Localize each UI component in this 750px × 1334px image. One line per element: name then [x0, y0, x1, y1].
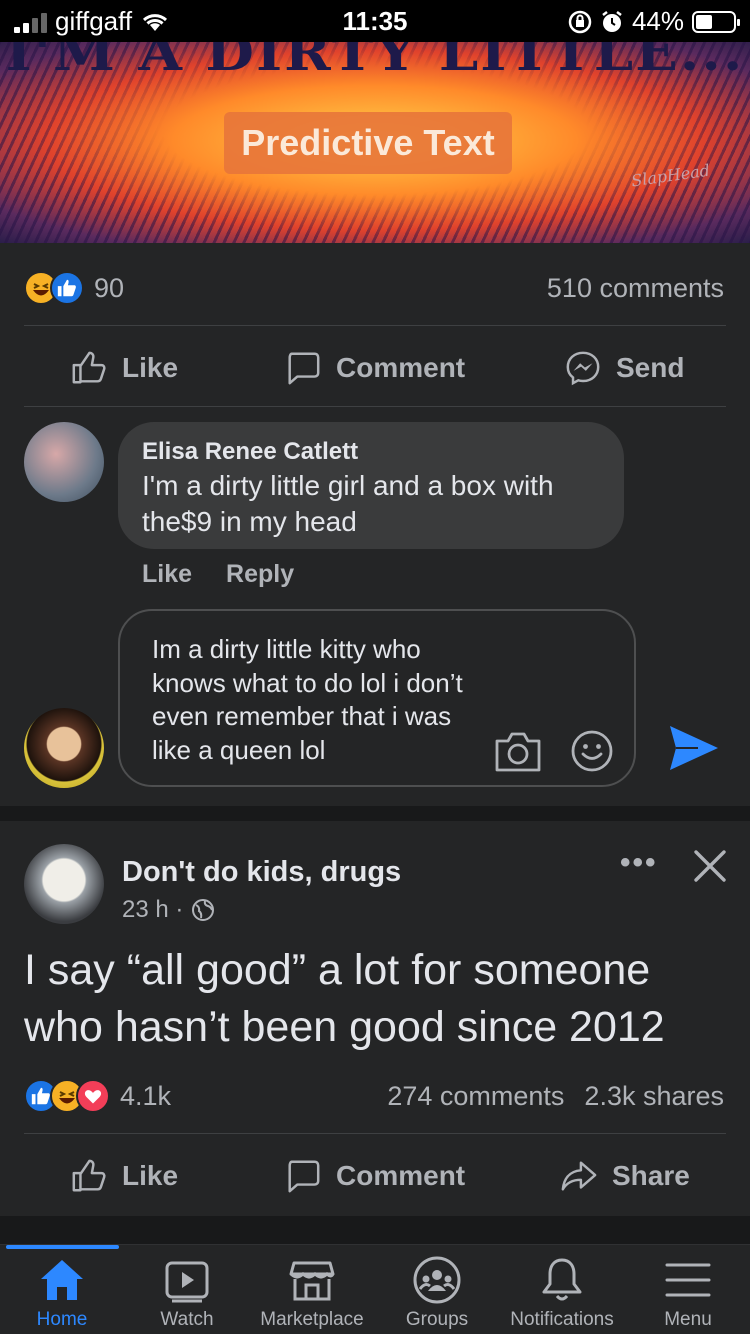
commenter-avatar[interactable]: [24, 422, 104, 502]
comment-icon: [288, 1160, 320, 1193]
reactions-summary[interactable]: 4.1k: [24, 1079, 171, 1113]
active-tab-indicator: [6, 1245, 119, 1249]
reactions-summary[interactable]: 90: [24, 271, 124, 305]
comment-text: I'm a dirty little girl and a box with t…: [142, 470, 554, 537]
emoji-icon[interactable]: [570, 729, 614, 773]
divider: [24, 406, 726, 407]
battery-percent: 44%: [631, 6, 684, 36]
tab-home[interactable]: Home: [24, 1245, 100, 1334]
tab-groups[interactable]: Groups: [400, 1245, 474, 1334]
page-avatar[interactable]: [24, 844, 104, 924]
comment-actions: Like Reply: [142, 560, 294, 589]
share-icon: [561, 1161, 597, 1191]
share-label: Share: [612, 1160, 690, 1191]
image-headline: I'M A DIRTY LITTLE...: [5, 38, 745, 83]
comment-button[interactable]: Comment: [284, 1136, 465, 1216]
menu-icon: [665, 1263, 711, 1297]
close-icon[interactable]: [690, 846, 730, 886]
battery-icon: [692, 10, 740, 33]
post2-action-bar: Like Comment Share: [0, 1136, 750, 1216]
comment-input-text[interactable]: Im a dirty little kitty who knows what t…: [152, 633, 492, 767]
orientation-lock-icon: [568, 10, 592, 33]
marketplace-icon: [289, 1261, 335, 1301]
divider: [24, 1133, 726, 1134]
like-label: Like: [122, 1160, 179, 1191]
tab-label: Marketplace: [260, 1309, 364, 1330]
reaction-count: 4.1k: [120, 1080, 172, 1111]
tab-label: Groups: [405, 1309, 469, 1330]
comment-label: Comment: [336, 352, 466, 383]
post-stats: 274 comments 2.3k shares: [387, 1081, 724, 1112]
like-button[interactable]: Like: [70, 1136, 178, 1216]
like-reaction-icon: [50, 271, 84, 305]
tab-label: Menu: [664, 1309, 712, 1330]
comment-author[interactable]: Elisa Renee Catlett: [142, 438, 600, 466]
comment-bubble: Elisa Renee Catlett I'm a dirty little g…: [118, 422, 624, 549]
image-label: Predictive Text: [241, 122, 495, 163]
status-bar: giffgaff 11:35 44%: [0, 0, 750, 42]
tab-label: Watch: [160, 1309, 214, 1330]
post-meta: 23 h ·: [122, 896, 215, 924]
tab-notifications[interactable]: Notifications: [500, 1245, 624, 1334]
more-options-icon[interactable]: •••: [620, 846, 658, 880]
thumbs-up-icon: [72, 351, 106, 384]
groups-icon: [413, 1256, 461, 1304]
camera-icon[interactable]: [494, 729, 542, 773]
comments-count[interactable]: 510 comments: [547, 273, 724, 304]
share-button[interactable]: Share: [560, 1136, 690, 1216]
shares-count[interactable]: 2.3k shares: [584, 1081, 724, 1112]
tab-marketplace[interactable]: Marketplace: [252, 1245, 372, 1334]
globe-icon: [192, 899, 215, 921]
tab-label: Home: [36, 1309, 88, 1330]
thumbs-up-icon: [72, 1159, 106, 1192]
divider: [24, 325, 726, 326]
comment-icon: [288, 352, 320, 385]
current-user-avatar: [24, 708, 104, 788]
post2-reactions-row: 4.1k 274 comments 2.3k shares: [24, 1076, 724, 1116]
alarm-icon: [602, 10, 622, 32]
comment-like-link[interactable]: Like: [142, 560, 192, 589]
like-label: Like: [122, 352, 179, 383]
comment-label: Comment: [336, 1160, 466, 1191]
post-time[interactable]: 23 h ·: [122, 896, 183, 924]
reaction-count: 90: [94, 272, 125, 303]
watch-icon: [165, 1261, 209, 1303]
send-label: Send: [616, 352, 685, 383]
comment-reply-link[interactable]: Reply: [226, 560, 294, 589]
post-author[interactable]: Don't do kids, drugs: [122, 856, 401, 889]
home-icon: [41, 1260, 83, 1300]
post-text: I say “all good” a lot for someone who h…: [24, 946, 665, 1051]
send-comment-icon[interactable]: [668, 724, 720, 772]
messenger-icon: [566, 351, 600, 386]
post-image[interactable]: I'M A DIRTY LITTLE... Predictive Text Sl…: [0, 38, 750, 243]
post1-action-bar: Like Comment Send: [0, 328, 750, 408]
tab-label: Notifications: [510, 1309, 614, 1330]
comments-count[interactable]: 274 comments: [387, 1081, 564, 1112]
post1-reactions-row: 90 510 comments: [24, 268, 724, 308]
facebook-feed: giffgaff 11:35 44% I'M A DIRTY LITTLE...…: [0, 0, 750, 1334]
tab-watch[interactable]: Watch: [150, 1245, 224, 1334]
tab-menu[interactable]: Menu: [654, 1245, 722, 1334]
send-button[interactable]: Send: [564, 328, 684, 408]
like-button[interactable]: Like: [70, 328, 178, 408]
status-right: 44%: [568, 6, 740, 37]
bottom-tab-bar: Home Watch Marketplace Groups Notificati…: [0, 1244, 750, 1334]
bell-icon: [542, 1258, 582, 1301]
comment-input[interactable]: Im a dirty little kitty who knows what t…: [118, 609, 636, 787]
love-reaction-icon: [76, 1079, 110, 1113]
comment-button[interactable]: Comment: [284, 328, 465, 408]
